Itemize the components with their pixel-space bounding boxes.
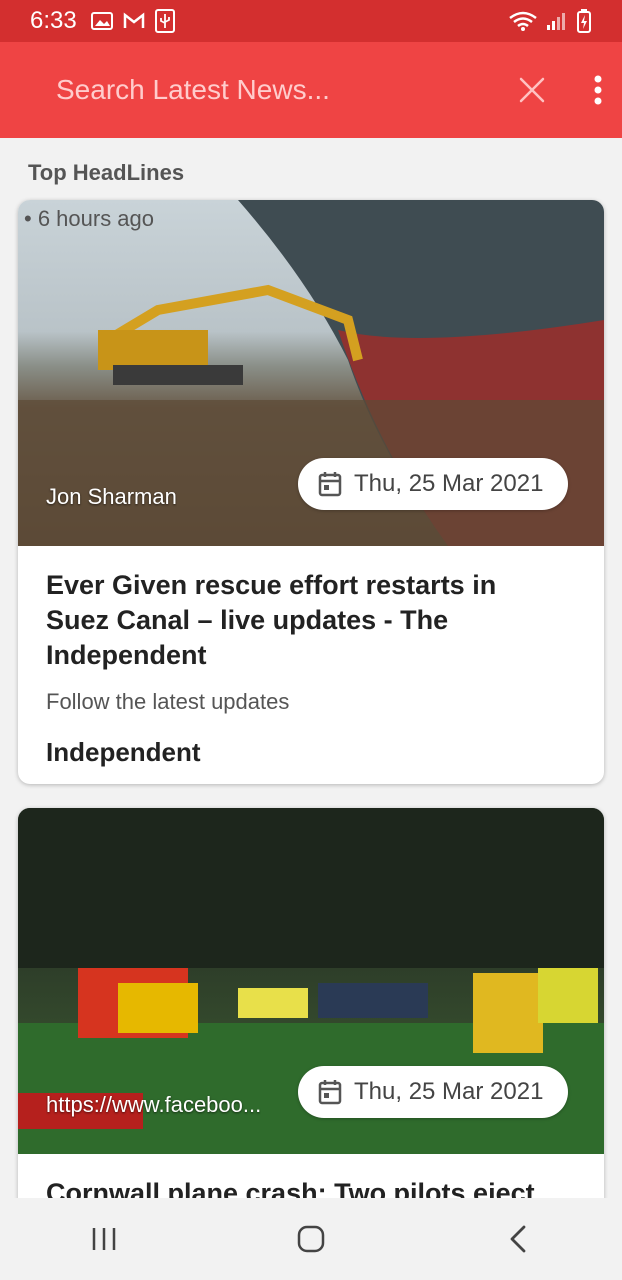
- article-source: Independent: [46, 737, 201, 767]
- date-text: Thu, 25 Mar 2021: [354, 470, 544, 497]
- article-body: Cornwall plane crash: Two pilots eject: [18, 1154, 604, 1198]
- more-vertical-icon: [594, 75, 602, 105]
- back-button[interactable]: [488, 1209, 548, 1269]
- news-feed[interactable]: Top HeadLines • 6 hours ago Jon Sharman …: [0, 138, 622, 1198]
- system-icons: [508, 9, 592, 33]
- gmail-icon: [123, 12, 144, 28]
- search-input[interactable]: [56, 66, 476, 114]
- article-image: https://www.faceboo... Thu, 25 Mar 2021: [18, 808, 604, 1154]
- notification-icons: [90, 9, 175, 33]
- signal-icon: [547, 13, 565, 30]
- status-time: 6:33: [30, 7, 77, 34]
- section-title: Top HeadLines: [28, 160, 185, 185]
- system-navigation-bar: [0, 1198, 622, 1280]
- calendar-icon: [318, 472, 342, 497]
- article-image: • 6 hours ago Jon Sharman Thu, 25 Mar 20…: [18, 200, 604, 546]
- news-card[interactable]: https://www.faceboo... Thu, 25 Mar 2021 …: [18, 808, 604, 1198]
- date-badge: Thu, 25 Mar 2021: [298, 1066, 568, 1118]
- recent-apps-button[interactable]: [74, 1209, 134, 1269]
- status-bar: 6:33: [0, 0, 622, 42]
- home-button[interactable]: [281, 1209, 341, 1269]
- article-description: Follow the latest updates: [46, 689, 290, 714]
- battery-charging-icon: [577, 9, 591, 33]
- usb-icon: [154, 9, 175, 33]
- date-text: Thu, 25 Mar 2021: [354, 1078, 544, 1105]
- author-label: Jon Sharman: [46, 484, 177, 509]
- wifi-icon: [509, 11, 537, 31]
- article-body: Ever Given rescue effort restarts in Sue…: [18, 546, 604, 768]
- overflow-menu-button[interactable]: [582, 72, 614, 108]
- app-bar: [0, 42, 622, 138]
- home-icon: [297, 1225, 325, 1253]
- back-icon: [510, 1225, 526, 1253]
- date-badge: Thu, 25 Mar 2021: [298, 458, 568, 510]
- news-card[interactable]: • 6 hours ago Jon Sharman Thu, 25 Mar 20…: [18, 200, 604, 784]
- time-ago-label: • 6 hours ago: [24, 206, 155, 231]
- recent-apps-icon: [92, 1228, 115, 1250]
- clear-search-button[interactable]: [514, 72, 550, 108]
- article-headline[interactable]: Ever Given rescue effort restarts in Sue…: [46, 568, 516, 673]
- calendar-icon: [318, 1080, 342, 1105]
- author-label: https://www.faceboo...: [46, 1092, 262, 1117]
- close-icon: [519, 77, 545, 103]
- article-headline[interactable]: Cornwall plane crash: Two pilots eject: [46, 1176, 566, 1198]
- gallery-icon: [90, 12, 113, 30]
